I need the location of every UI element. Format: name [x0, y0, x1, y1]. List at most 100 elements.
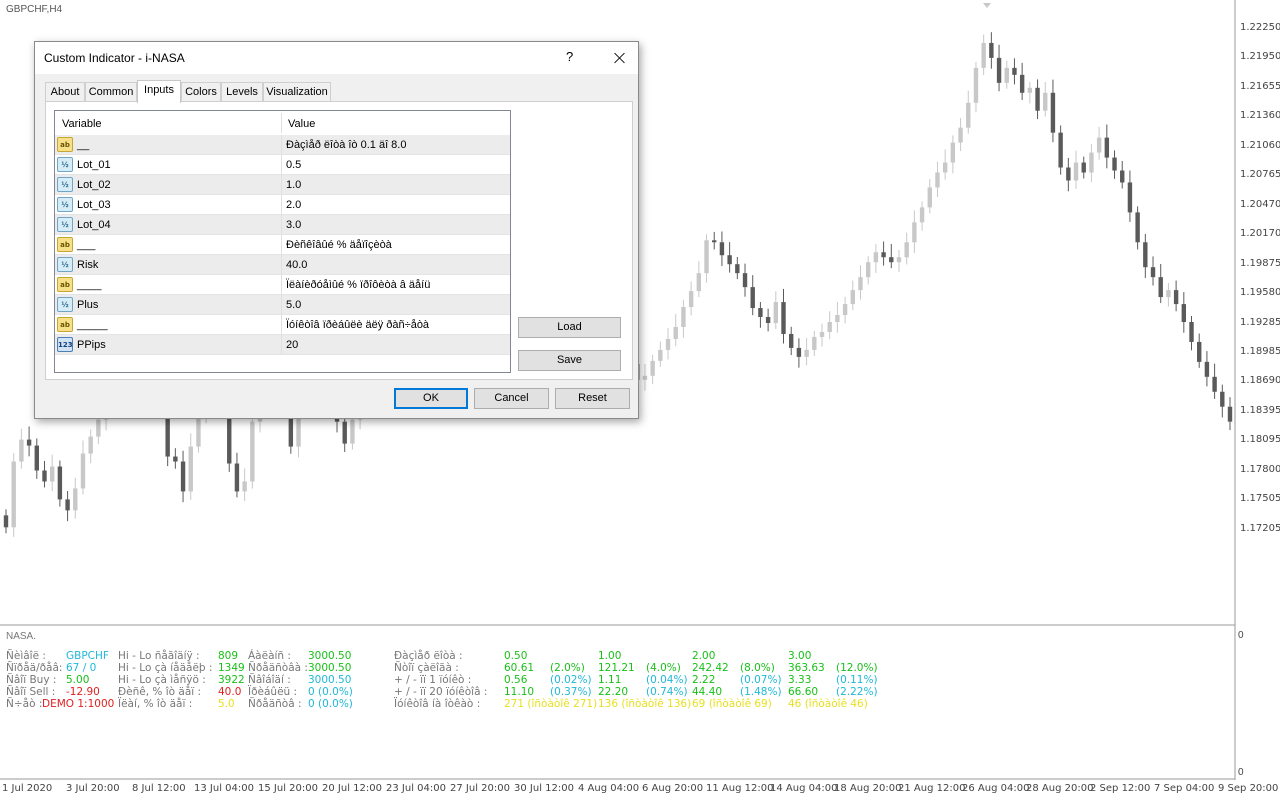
- input-row[interactable]: 123 PPips 20: [55, 335, 510, 355]
- price-tick-label: 1.20470: [1240, 198, 1280, 210]
- candle-body: [812, 336, 817, 350]
- candle-body: [881, 252, 886, 258]
- lot-pip1: 3.33: [788, 674, 812, 686]
- candle-body: [719, 242, 725, 256]
- price-tick-label: 1.20765: [1240, 169, 1280, 181]
- info-value: 40.0: [218, 686, 242, 698]
- save-button[interactable]: Save: [518, 350, 621, 371]
- candle-body: [665, 338, 671, 350]
- candle-body: [250, 421, 255, 482]
- candle-body: [904, 242, 909, 258]
- candle-body: [804, 349, 809, 357]
- input-row[interactable]: ½ Risk 40.0: [55, 255, 510, 275]
- tab-common[interactable]: Common: [85, 82, 137, 102]
- lot-size: 0.50: [504, 650, 528, 662]
- input-value[interactable]: 2.0: [286, 199, 301, 211]
- candle-body: [735, 264, 740, 274]
- input-value[interactable]: Ïëàíèðóåìûé % ïðîôèòà â äåíü: [286, 279, 430, 291]
- info-label: Hi - Lo çà íåäåëþ :: [118, 662, 213, 674]
- shift-marker-icon: [983, 3, 991, 8]
- input-row[interactable]: ½ Lot_02 1.0: [55, 175, 510, 195]
- info-label: Hi - Lo çà ìåñÿö :: [118, 674, 206, 686]
- lot-pip1-pct: (0.04%): [646, 674, 688, 686]
- candle-body: [3, 515, 9, 528]
- lot-margin-pct: (12.0%): [836, 662, 878, 674]
- lot-margin-pct: (4.0%): [646, 662, 681, 674]
- input-variable: PPips: [77, 339, 106, 351]
- lot-pip20-pct: (0.37%): [550, 686, 592, 698]
- column-value[interactable]: Value: [288, 118, 315, 130]
- input-row[interactable]: ½ Lot_01 0.5: [55, 155, 510, 175]
- inputs-grid[interactable]: Variable Value ab __ Ðàçìåð ëîòà îò 0.1 äî…: [54, 110, 511, 373]
- info-value: 5.00: [66, 674, 90, 686]
- tab-levels[interactable]: Levels: [221, 82, 263, 102]
- lot-pip20-pct: (2.22%): [836, 686, 878, 698]
- tab-visualization[interactable]: Visualization: [263, 82, 331, 102]
- input-row[interactable]: ab _____ Ïóíêòîâ ïðèáûëè äëÿ ðàñ÷åòà: [55, 315, 510, 335]
- ok-button[interactable]: OK: [394, 388, 468, 409]
- candle-body: [242, 481, 247, 492]
- close-icon[interactable]: [605, 44, 635, 72]
- input-row[interactable]: ab ___ Ðèñêîâûé % äåïîçèòà: [55, 235, 510, 255]
- input-row[interactable]: ab ____ Ïëàíèðóåìûé % ïðîôèòà â äåíü: [55, 275, 510, 295]
- input-row[interactable]: ½ Lot_03 2.0: [55, 195, 510, 215]
- candle-body: [750, 287, 755, 309]
- tab-colors[interactable]: Colors: [181, 82, 221, 102]
- candle-body: [842, 304, 848, 316]
- cancel-button[interactable]: Cancel: [474, 388, 549, 409]
- custom-indicator-dialog[interactable]: Custom Indicator - i-NASA ? About Common…: [34, 41, 639, 419]
- input-row[interactable]: ½ Lot_04 3.0: [55, 215, 510, 235]
- info-label: Ñèìâîë :: [6, 650, 46, 662]
- input-variable: Lot_03: [77, 199, 111, 211]
- candle-body: [850, 290, 855, 305]
- time-tick-label: 6 Aug 20:00: [642, 783, 704, 794]
- candle-body: [950, 142, 956, 163]
- info-label: Ðàçìåð ëîòà :: [394, 650, 463, 662]
- grid-header: Variable Value: [55, 111, 510, 135]
- input-variable: Plus: [77, 299, 99, 311]
- price-tick-label: 1.19875: [1240, 257, 1280, 269]
- column-variable[interactable]: Variable: [62, 118, 102, 130]
- input-value[interactable]: 20: [286, 339, 298, 351]
- candle-body: [973, 67, 979, 103]
- candle-body: [1112, 157, 1117, 171]
- help-button[interactable]: ?: [566, 49, 576, 64]
- input-value[interactable]: Ðàçìåð ëîòà îò 0.1 äî 8.0: [286, 139, 406, 151]
- input-value[interactable]: 5.0: [286, 299, 301, 311]
- input-value[interactable]: Ðèñêîâûé % äåïîçèòà: [286, 239, 392, 251]
- candle-body: [789, 333, 794, 348]
- info-label: Ïðèáûëü :: [248, 686, 298, 698]
- candle-body: [865, 262, 871, 278]
- candle-body: [1027, 87, 1033, 93]
- input-value[interactable]: 1.0: [286, 179, 301, 191]
- lot-margin: 121.21: [598, 662, 635, 674]
- reset-button[interactable]: Reset: [555, 388, 630, 409]
- lot-pip20-pct: (0.74%): [646, 686, 688, 698]
- info-value: DEMO 1:1000: [42, 698, 115, 710]
- candle-body: [796, 347, 802, 357]
- price-tick-label: 1.19285: [1240, 316, 1280, 328]
- input-row[interactable]: ½ Plus 5.0: [55, 295, 510, 315]
- candle-body: [1166, 290, 1171, 298]
- candle-body: [1173, 290, 1179, 305]
- tab-inputs[interactable]: Inputs: [137, 80, 181, 103]
- input-variable: Risk: [77, 259, 99, 271]
- lot-margin: 363.63: [788, 662, 825, 674]
- price-tick-label: 1.18395: [1240, 404, 1280, 416]
- input-row[interactable]: ab __ Ðàçìåð ëîòà îò 0.1 äî 8.0: [55, 135, 510, 155]
- input-value[interactable]: Ïóíêòîâ ïðèáûëè äëÿ ðàñ÷åòà: [286, 319, 429, 331]
- dialog-titlebar[interactable]: Custom Indicator - i-NASA ?: [35, 42, 638, 74]
- load-button[interactable]: Load: [518, 317, 621, 338]
- input-value[interactable]: 40.0: [286, 259, 307, 271]
- candle-body: [173, 456, 178, 462]
- info-label: Ñ÷åò :: [6, 698, 43, 710]
- candle-body: [1120, 170, 1125, 183]
- tab-about[interactable]: About: [45, 82, 85, 102]
- mt4-window: GBPCHF,H4 1.22250 1.21950 1.21655 1.21360 1.…: [0, 0, 1280, 800]
- input-value[interactable]: 3.0: [286, 219, 301, 231]
- input-value[interactable]: 0.5: [286, 159, 301, 171]
- info-value: 5.0: [218, 698, 235, 710]
- candle-body: [827, 322, 832, 332]
- info-label: Ïëàí, % îò äåï :: [118, 698, 193, 710]
- candle-body: [1127, 182, 1133, 213]
